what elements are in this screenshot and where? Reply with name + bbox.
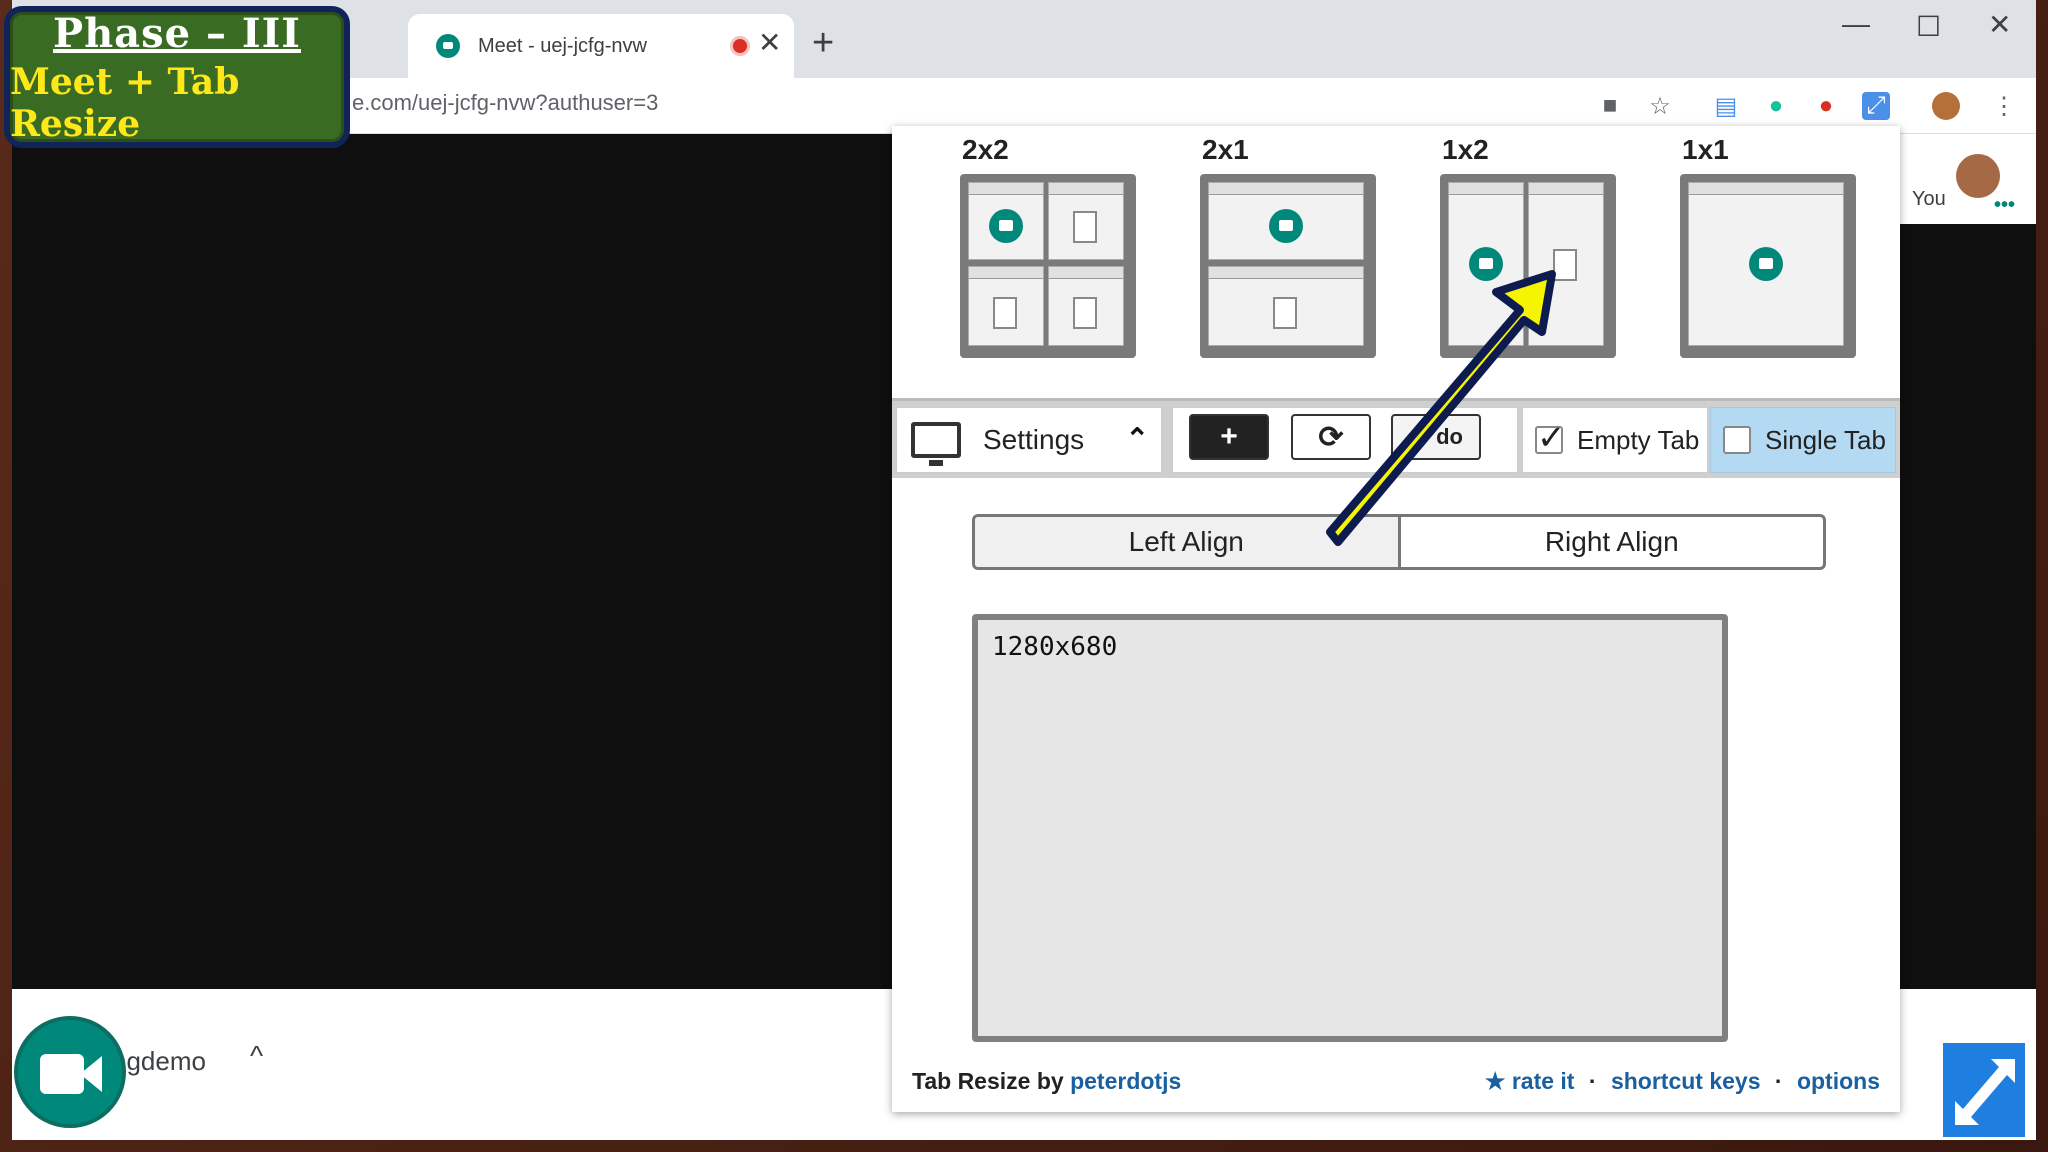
meet-icon [989, 209, 1023, 243]
meet-favicon-icon [436, 34, 460, 58]
resolution-item[interactable]: 1280x680 [992, 632, 1708, 662]
document-icon [1073, 297, 1097, 329]
layout-preview[interactable] [1200, 174, 1376, 358]
control-row: Settings ⌃ + ⟳ do Empty Tab Single Tab [892, 398, 1900, 478]
self-tile: You ••• [1900, 134, 2036, 224]
layout-label: 1x1 [1682, 134, 1729, 165]
layout-2x2[interactable]: 2x2 [960, 134, 1140, 358]
phase-badge: Phase – III Meet + Tab Resize [4, 6, 350, 148]
footer-links: ★ rate it · shortcut keys · options [1485, 1068, 1880, 1095]
collapse-icon[interactable]: ⌃ [1126, 422, 1149, 455]
undo-button[interactable]: do [1391, 414, 1481, 460]
tab-resize-logo [1940, 1040, 2028, 1140]
single-tab-option[interactable]: Single Tab [1710, 407, 1896, 473]
maximize-button[interactable]: ☐ [1916, 10, 1941, 43]
google-meet-logo [14, 1016, 126, 1128]
layout-label: 1x2 [1442, 134, 1489, 165]
meet-icon [1269, 209, 1303, 243]
meet-side-panel [1900, 134, 2036, 989]
screen: ✕ Meet - uej-jcfg-nvw ✕ + — ☐ ✕ e.com/ue… [0, 0, 2048, 1152]
meet-icon [1469, 247, 1503, 281]
refresh-icon[interactable]: ⟳ [1291, 414, 1371, 460]
expand-arrows-icon [1955, 1059, 2015, 1125]
avatar[interactable] [1932, 92, 1960, 120]
tab-title: Meet - uej-jcfg-nvw [478, 34, 647, 57]
separator: · [1588, 1068, 1597, 1094]
single-tab-label: Single Tab [1765, 424, 1886, 455]
layout-label: 2x2 [962, 134, 1009, 165]
document-icon [993, 297, 1017, 329]
add-layout-button[interactable]: + [1189, 414, 1269, 460]
layout-1x1[interactable]: 1x1 [1680, 134, 1860, 358]
layout-2x1[interactable]: 2x1 [1200, 134, 1380, 358]
chevron-up-icon[interactable]: ^ [250, 1040, 263, 1072]
separator: · [1774, 1068, 1783, 1094]
monitor-icon [911, 422, 961, 466]
resolution-list[interactable]: 1280x680 [972, 614, 1728, 1042]
layout-preview[interactable] [1680, 174, 1856, 358]
empty-tab-option[interactable]: Empty Tab [1522, 407, 1708, 473]
camera-body-icon [40, 1054, 84, 1094]
tab-resize-icon[interactable]: ⤢ [1862, 92, 1890, 120]
meet-stage [12, 134, 892, 989]
phase-title: Phase – III [52, 9, 302, 57]
empty-tab-label: Empty Tab [1577, 424, 1700, 455]
options-link[interactable]: options [1797, 1068, 1880, 1094]
docs-icon[interactable]: ▤ [1712, 92, 1740, 120]
meeting-name[interactable]: ngdemo [112, 1046, 206, 1077]
layout-preview[interactable] [1440, 174, 1616, 358]
tab-close-icon[interactable]: ✕ [758, 26, 781, 59]
phase-subtitle: Meet + Tab Resize [10, 60, 240, 145]
footer-prefix: Tab Resize by [912, 1068, 1071, 1094]
grammarly-icon[interactable]: ● [1762, 92, 1790, 120]
left-align-button[interactable]: Left Align [975, 517, 1401, 567]
tab-resize-popup: 2x2 2x1 1x2 1x1 Settings ⌃ + ⟳ do ✓ Empt… [892, 126, 1900, 1112]
you-label: You [1912, 188, 1946, 210]
minimize-button[interactable]: — [1842, 8, 1870, 40]
menu-icon[interactable]: ⋮ [1990, 92, 2018, 120]
recording-icon [730, 36, 750, 56]
more-icon[interactable]: ••• [1994, 194, 2015, 217]
window-close-button[interactable]: ✕ [1988, 8, 2011, 41]
apple-icon[interactable]: ● [1812, 92, 1840, 120]
camera-icon[interactable]: ■ [1596, 92, 1624, 120]
layout-1x2[interactable]: 1x2 [1440, 134, 1620, 358]
camera-lens-icon [80, 1056, 102, 1092]
author-link[interactable]: peterdotjs [1070, 1068, 1181, 1094]
empty-tab-checkbox[interactable] [1535, 418, 1566, 458]
tab-meet[interactable]: Meet - uej-jcfg-nvw ✕ [408, 14, 794, 78]
rate-link[interactable]: ★ rate it [1485, 1068, 1575, 1094]
settings-button[interactable]: Settings ⌃ [896, 407, 1162, 473]
document-icon [1073, 211, 1097, 243]
url-bar[interactable]: e.com/uej-jcfg-nvw?authuser=3 [352, 90, 658, 116]
meet-icon [1749, 247, 1783, 281]
layout-label: 2x1 [1202, 134, 1249, 165]
self-avatar [1956, 154, 2000, 198]
popup-footer: Tab Resize by peterdotjs ★ rate it · sho… [912, 1068, 1880, 1095]
action-buttons: + ⟳ do [1172, 407, 1518, 473]
align-toggle: Left Align Right Align [972, 514, 1826, 570]
layout-preview[interactable] [960, 174, 1136, 358]
new-tab-button[interactable]: + [812, 24, 834, 62]
right-align-button[interactable]: Right Align [1401, 517, 1824, 567]
shortcut-keys-link[interactable]: shortcut keys [1611, 1068, 1761, 1094]
document-icon [1553, 249, 1577, 281]
document-icon [1273, 297, 1297, 329]
single-tab-checkbox[interactable] [1723, 426, 1751, 454]
settings-label: Settings [983, 424, 1085, 455]
star-icon[interactable]: ☆ [1646, 92, 1674, 120]
